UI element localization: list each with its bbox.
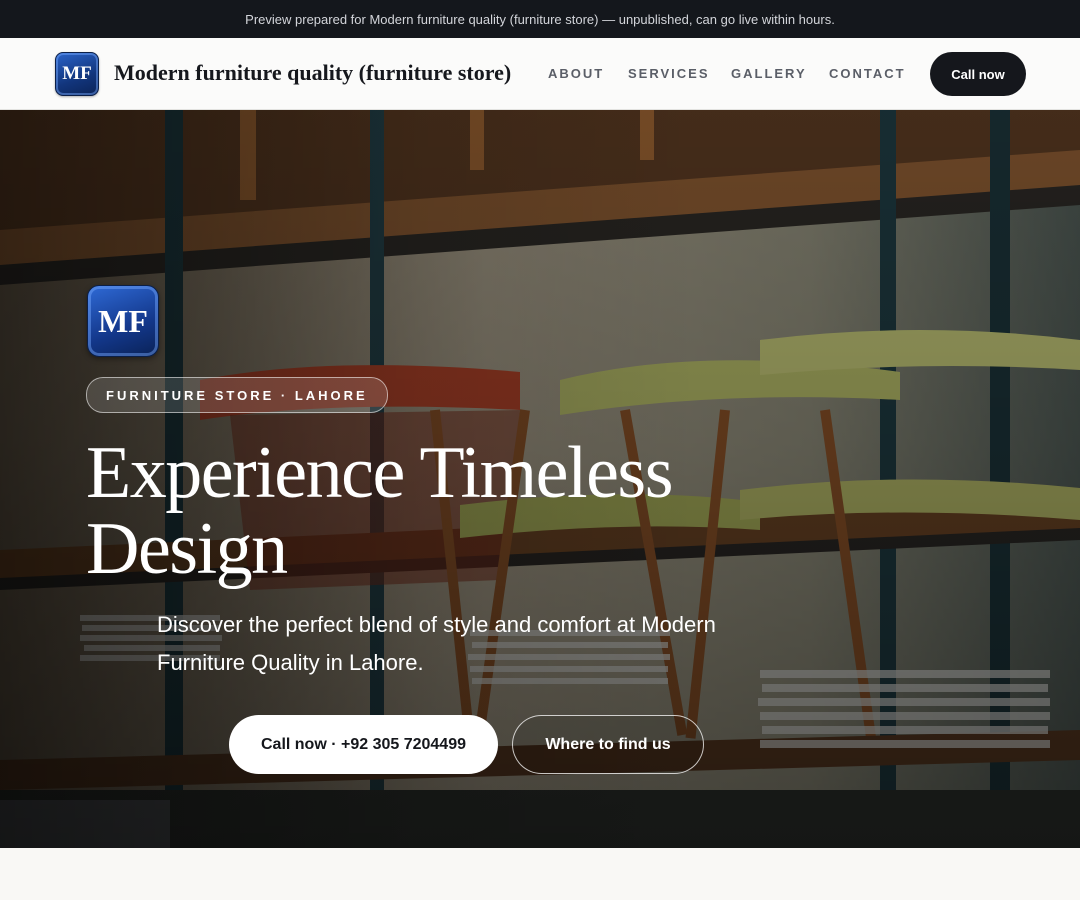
site-header: MF Modern furniture quality (furniture s… [0,38,1080,110]
nav-link-contact[interactable]: CONTACT [829,66,906,81]
call-now-button[interactable]: Call now [930,52,1026,96]
category-badge: FURNITURE STORE · LAHORE [86,377,388,413]
find-us-button[interactable]: Where to find us [512,715,704,774]
hero-headline: Experience Timeless Design [86,432,674,590]
preview-banner-text: Preview prepared for Modern furniture qu… [245,11,835,27]
category-badge-text: FURNITURE STORE · LAHORE [106,387,368,403]
call-phone-button[interactable]: Call now · +92 305 7204499 [229,715,498,774]
hero-logo: MF [87,285,159,357]
brand-logo[interactable]: MF [55,52,99,96]
hero-subtitle: Discover the perfect blend of style and … [157,612,716,675]
hero-logo-initials: MF [98,302,148,339]
nav-link-about[interactable]: ABOUT [548,66,604,81]
preview-banner: Preview prepared for Modern furniture qu… [0,0,1080,38]
brand-name[interactable]: Modern furniture quality (furniture stor… [114,60,511,86]
hero-section: MF FURNITURE STORE · LAHORE Experience T… [0,110,1080,848]
brand-logo-initials: MF [62,63,92,84]
nav-link-gallery[interactable]: GALLERY [731,66,807,81]
nav-link-services[interactable]: SERVICES [628,66,710,81]
